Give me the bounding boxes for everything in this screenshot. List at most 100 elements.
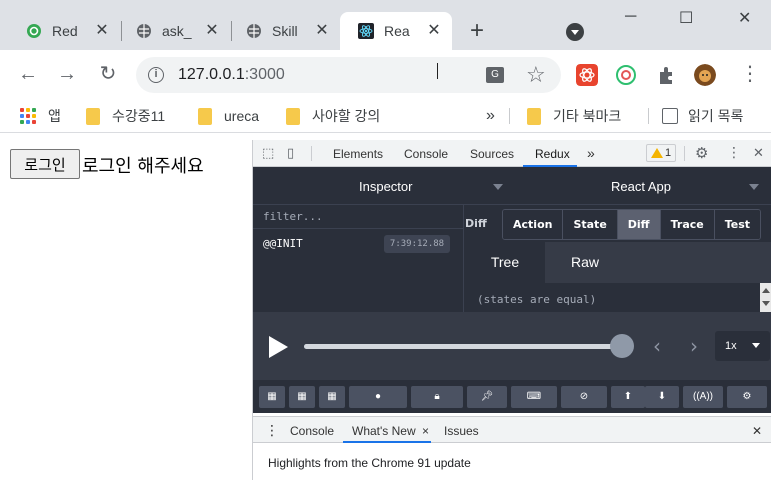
url-port: :3000 (244, 66, 285, 83)
tab-elements[interactable]: Elements (333, 147, 383, 161)
devtools-menu-icon[interactable]: ⋮ (727, 144, 741, 161)
tab-action[interactable]: Action (503, 210, 564, 239)
chart-icon[interactable]: ▦ (319, 386, 345, 408)
redux-devtools-extension-icon[interactable] (615, 64, 637, 86)
forward-arrow-icon[interactable]: → (55, 63, 79, 87)
pin-icon[interactable]: 📌︎ (467, 386, 507, 408)
more-tabs-chevron-icon[interactable]: » (587, 145, 595, 161)
play-icon[interactable] (269, 336, 288, 358)
info-icon[interactable]: i (148, 67, 164, 83)
inspect-element-icon[interactable]: ⬚ (262, 145, 274, 161)
devtools-divider (684, 146, 685, 161)
speed-select[interactable]: 1x (715, 331, 770, 361)
download-icon[interactable]: ⬇ (645, 386, 679, 408)
chrome-menu-icon[interactable]: ⋮ (740, 63, 760, 85)
warning-badge[interactable]: 1 (646, 144, 676, 162)
tab-close-icon[interactable]: ✕ (204, 23, 220, 39)
profile-avatar[interactable] (694, 64, 716, 86)
drawer-close-icon[interactable]: ✕ (752, 424, 762, 438)
page-viewport: 로그인 로그인 해주세요 (0, 133, 252, 480)
browser-tab-2[interactable]: ask_ ✕ (118, 12, 230, 50)
drawer-menu-icon[interactable]: ⋮ (265, 422, 279, 439)
log-monitor-icon[interactable]: ▦ (259, 386, 285, 408)
extensions-puzzle-icon[interactable] (655, 64, 677, 86)
bookmark-other-folder[interactable]: 기타 북마크 (527, 106, 621, 126)
inspector-icon[interactable]: ▦ (289, 386, 315, 408)
tab-close-icon[interactable]: ✕ (314, 23, 330, 39)
drawer-tab-whats-new[interactable]: What's New (352, 424, 416, 438)
tab-test[interactable]: Test (714, 210, 761, 239)
tab-raw[interactable]: Raw (545, 242, 625, 283)
browser-tab-4-active[interactable]: Rea ✕ (340, 12, 452, 50)
keyboard-icon[interactable]: ⌨ (511, 386, 557, 408)
slider-track[interactable] (304, 344, 622, 349)
browser-tab-strip: Red ✕ ask_ ✕ Skill ✕ Rea ✕ + ─ ☐ ✕ (0, 0, 771, 50)
action-list-item[interactable]: @@INIT 7:39:12.88 (253, 229, 464, 257)
action-time: 7:39:12.88 (384, 235, 450, 253)
tab-close-icon[interactable]: ✕ (426, 23, 442, 39)
tab-title: Rea (384, 23, 410, 39)
window-close-button[interactable]: ✕ (738, 8, 751, 28)
devtools-close-icon[interactable]: ✕ (753, 145, 764, 161)
drawer-tab-console[interactable]: Console (290, 424, 334, 438)
instance-select[interactable]: React App (611, 179, 671, 194)
tab-diff[interactable]: Diff (617, 210, 661, 239)
bookmark-apps[interactable]: 앱 (20, 106, 61, 126)
tab-close-icon[interactable]: ✕ (94, 23, 110, 39)
record-icon[interactable]: ● (349, 386, 407, 408)
bookmarks-overflow-chevron-icon[interactable]: » (486, 106, 495, 126)
browser-tab-1[interactable]: Red ✕ (8, 12, 120, 50)
drawer-tab-issues[interactable]: Issues (444, 424, 479, 438)
drawer-tab-close-icon[interactable]: × (422, 424, 429, 438)
react-icon (358, 23, 374, 39)
scrollbar[interactable] (760, 283, 771, 312)
persist-off-icon[interactable]: ⊘ (561, 386, 607, 408)
folder-icon (198, 107, 212, 125)
tab-state[interactable]: State (563, 210, 618, 239)
globe-icon (247, 24, 261, 38)
tab-console[interactable]: Console (404, 147, 448, 161)
maximize-button[interactable]: ☐ (679, 8, 693, 28)
drawer-tab-bar: ⋮ Console What's New × Issues ✕ (253, 416, 771, 443)
reload-icon[interactable]: ↻ (96, 63, 120, 87)
bookmark-star-icon[interactable]: ☆ (526, 62, 546, 88)
slider-handle[interactable] (610, 334, 634, 358)
bookmark-label: ureca (224, 108, 260, 124)
tab-trace[interactable]: Trace (660, 210, 715, 239)
react-devtools-extension-icon[interactable] (576, 64, 598, 86)
bookmark-label: 수강중11 (112, 108, 166, 124)
chevron-down-icon[interactable] (749, 184, 759, 190)
bookmark-divider (648, 108, 649, 124)
chevron-down-icon[interactable] (493, 184, 503, 190)
bookmark-folder-2[interactable]: ureca (198, 106, 259, 126)
url-text[interactable]: 127.0.0.1:3000 (178, 66, 285, 84)
translate-icon[interactable]: G (486, 67, 504, 83)
gear-icon[interactable]: ⚙ (695, 144, 708, 162)
browser-tab-3[interactable]: Skill ✕ (228, 12, 340, 50)
url-host: 127.0.0.1 (178, 66, 245, 83)
device-toolbar-icon[interactable]: ▯ (287, 145, 294, 161)
tab-redux[interactable]: Redux (535, 147, 570, 161)
view-tabs: Tree Raw (465, 242, 771, 283)
tab-tree[interactable]: Tree (465, 242, 545, 283)
step-back-icon[interactable]: ‹ (653, 334, 661, 358)
remote-icon[interactable]: ((A)) (683, 386, 723, 408)
devtools-divider (311, 146, 312, 161)
minimize-button[interactable]: ─ (625, 8, 636, 26)
step-forward-icon[interactable]: › (690, 334, 698, 358)
lock-icon[interactable]: 🔒︎ (411, 386, 463, 408)
filter-input[interactable]: filter... (253, 205, 464, 229)
preview-title: Diff (465, 217, 487, 230)
bookmark-folder-3[interactable]: 사야할 강의 (286, 106, 380, 126)
new-tab-button[interactable]: + (463, 19, 491, 47)
inspector-select[interactable]: Inspector (359, 179, 412, 194)
tab-sources[interactable]: Sources (470, 147, 514, 161)
settings-icon[interactable]: ⚙ (727, 386, 767, 408)
upload-icon[interactable]: ⬆ (611, 386, 645, 408)
tab-search-icon[interactable] (566, 23, 584, 41)
login-button[interactable]: 로그인 (10, 149, 80, 179)
chevron-down-icon (752, 343, 760, 348)
back-arrow-icon[interactable]: ← (16, 63, 40, 87)
bookmark-folder-1[interactable]: 수강중11 (86, 106, 165, 126)
reading-list-button[interactable]: 읽기 목록 (662, 106, 743, 126)
